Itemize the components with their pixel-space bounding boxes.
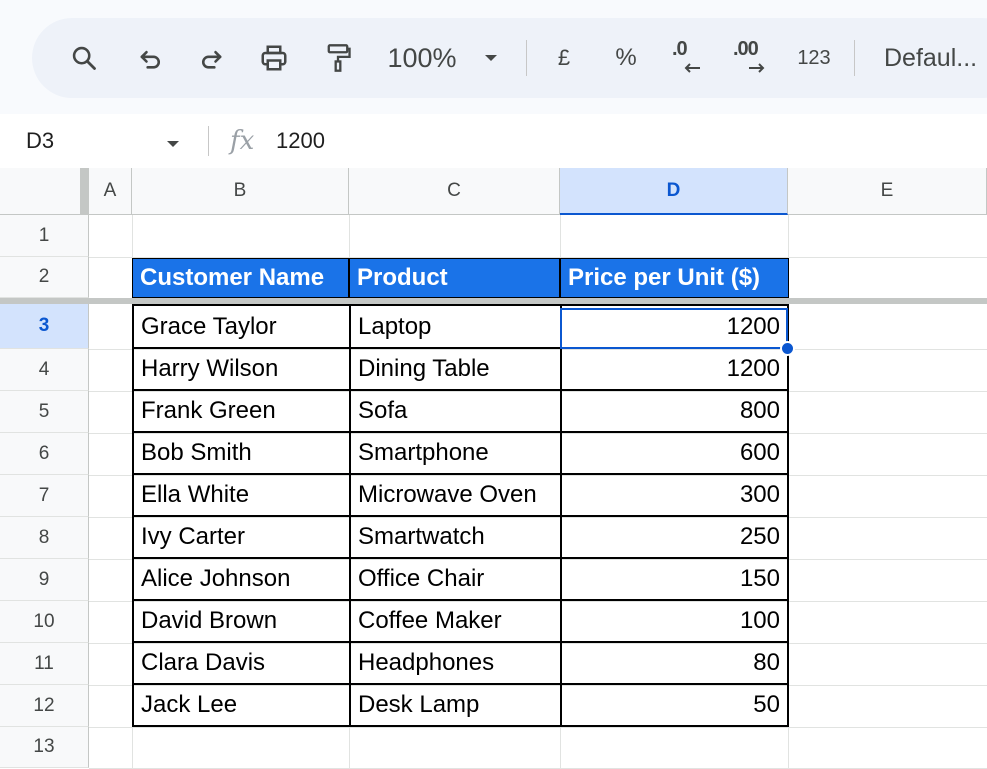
name-box-dropdown[interactable] bbox=[166, 136, 180, 154]
toolbar-separator bbox=[526, 40, 527, 76]
table-cell[interactable]: Sofa bbox=[349, 391, 560, 433]
decrease-decimal-label: .0 bbox=[672, 38, 688, 60]
table-cell[interactable]: Smartphone bbox=[349, 433, 560, 475]
zoom-dropdown[interactable] bbox=[478, 18, 504, 98]
undo-button[interactable] bbox=[128, 18, 172, 98]
paint-format-icon bbox=[327, 44, 351, 72]
table-cell[interactable]: Laptop bbox=[349, 304, 560, 349]
table-cell[interactable]: Office Chair bbox=[349, 559, 560, 601]
table-cell[interactable]: Smartwatch bbox=[349, 517, 560, 559]
row-header-3[interactable]: 3 bbox=[0, 304, 89, 349]
table-cell[interactable]: Headphones bbox=[349, 643, 560, 685]
row-header-11[interactable]: 11 bbox=[0, 643, 89, 685]
freeze-column-handle[interactable] bbox=[80, 168, 89, 215]
spreadsheet-grid: A B C D E 1 2 3 4 5 6 7 8 9 10 11 12 13 Customer Name Produ… bbox=[0, 168, 987, 769]
fill-handle[interactable] bbox=[780, 341, 795, 356]
formula-input[interactable]: 1200 bbox=[276, 114, 325, 168]
formula-bar: D3 fx 1200 bbox=[0, 114, 987, 169]
table-cell[interactable]: 600 bbox=[560, 433, 789, 475]
table-header-cell[interactable]: Price per Unit ($) bbox=[560, 258, 789, 298]
increase-decimal-button[interactable]: .00 bbox=[730, 18, 774, 98]
column-header-c[interactable]: C bbox=[349, 168, 560, 215]
table-cell[interactable]: 100 bbox=[560, 601, 789, 643]
row-header-9[interactable]: 9 bbox=[0, 559, 89, 601]
row-header-7[interactable]: 7 bbox=[0, 475, 89, 517]
search-menus-button[interactable] bbox=[62, 18, 106, 98]
row-header-8[interactable]: 8 bbox=[0, 517, 89, 559]
paint-format-button[interactable] bbox=[316, 18, 360, 98]
undo-icon bbox=[140, 50, 160, 69]
table-cell[interactable]: 300 bbox=[560, 475, 789, 517]
row-header-2[interactable]: 2 bbox=[0, 257, 89, 298]
table-cell[interactable]: 1200 bbox=[560, 304, 789, 349]
row-header-12[interactable]: 12 bbox=[0, 685, 89, 727]
table-cell[interactable]: David Brown bbox=[132, 601, 349, 643]
table-cell[interactable]: Frank Green bbox=[132, 391, 349, 433]
table-cell[interactable]: Jack Lee bbox=[132, 685, 349, 727]
caret-down-icon bbox=[167, 141, 179, 147]
row-header-6[interactable]: 6 bbox=[0, 433, 89, 475]
fx-icon: fx bbox=[230, 126, 255, 156]
grid-line bbox=[89, 727, 987, 728]
table-header-cell[interactable]: Product bbox=[349, 258, 560, 298]
more-formats-button[interactable]: 123 bbox=[790, 18, 838, 98]
zoom-value[interactable]: 100% bbox=[382, 18, 462, 98]
table-cell[interactable]: 800 bbox=[560, 391, 789, 433]
row-header-4[interactable]: 4 bbox=[0, 349, 89, 391]
column-header-a[interactable]: A bbox=[89, 168, 132, 215]
row-header-5[interactable]: 5 bbox=[0, 391, 89, 433]
redo-button[interactable] bbox=[190, 18, 234, 98]
toolbar: 100% £ % .0 .00 123 Defaul... bbox=[32, 18, 987, 98]
table-cell[interactable]: 250 bbox=[560, 517, 789, 559]
format-currency-button[interactable]: £ bbox=[548, 18, 580, 98]
formula-bar-separator bbox=[208, 126, 209, 156]
row-header-13[interactable]: 13 bbox=[0, 727, 89, 768]
name-box[interactable]: D3 bbox=[26, 114, 54, 168]
column-header-b[interactable]: B bbox=[132, 168, 349, 215]
table-header-cell[interactable]: Customer Name bbox=[132, 258, 349, 298]
arrow-right-icon bbox=[749, 63, 765, 73]
font-family-dropdown[interactable]: Defaul... bbox=[884, 18, 987, 98]
column-header-d[interactable]: D bbox=[560, 168, 788, 215]
row-header-1[interactable]: 1 bbox=[0, 215, 89, 257]
caret-down-icon bbox=[485, 55, 497, 61]
table-cell[interactable]: Alice Johnson bbox=[132, 559, 349, 601]
table-cell[interactable]: 150 bbox=[560, 559, 789, 601]
redo-icon bbox=[202, 50, 222, 69]
table-cell[interactable]: Desk Lamp bbox=[349, 685, 560, 727]
table-cell[interactable]: 80 bbox=[560, 643, 789, 685]
table-cell[interactable]: Clara Davis bbox=[132, 643, 349, 685]
table-cell[interactable]: Ella White bbox=[132, 475, 349, 517]
table-cell[interactable]: 1200 bbox=[560, 349, 789, 391]
table-cell[interactable]: Ivy Carter bbox=[132, 517, 349, 559]
column-header-e[interactable]: E bbox=[788, 168, 987, 215]
table-cell[interactable]: Grace Taylor bbox=[132, 304, 349, 349]
toolbar-area: 100% £ % .0 .00 123 Defaul... bbox=[0, 0, 987, 114]
table-cell[interactable]: Harry Wilson bbox=[132, 349, 349, 391]
table-cell[interactable]: Bob Smith bbox=[132, 433, 349, 475]
table-cell[interactable]: 50 bbox=[560, 685, 789, 727]
arrow-left-icon bbox=[684, 63, 700, 73]
select-all-corner[interactable] bbox=[0, 168, 89, 215]
print-button[interactable] bbox=[252, 18, 296, 98]
search-icon bbox=[72, 46, 96, 70]
toolbar-separator bbox=[854, 40, 855, 76]
format-percent-button[interactable]: % bbox=[608, 18, 644, 98]
print-icon bbox=[261, 45, 287, 71]
table-cell[interactable]: Coffee Maker bbox=[349, 601, 560, 643]
table-cell[interactable]: Microwave Oven bbox=[349, 475, 560, 517]
decrease-decimal-button[interactable]: .0 bbox=[666, 18, 710, 98]
table-cell[interactable]: Dining Table bbox=[349, 349, 560, 391]
row-header-10[interactable]: 10 bbox=[0, 601, 89, 643]
increase-decimal-label: .00 bbox=[733, 38, 759, 60]
